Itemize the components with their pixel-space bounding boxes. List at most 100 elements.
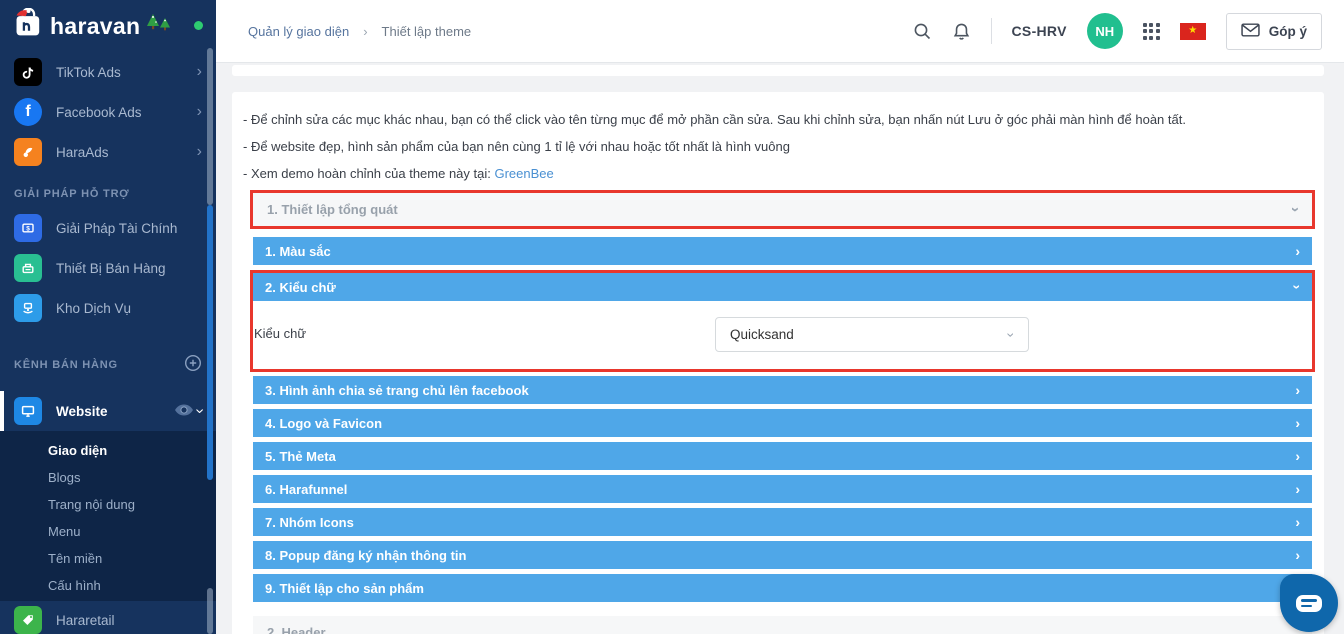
- submenu-item-giao-dien[interactable]: Giao diện: [0, 437, 216, 464]
- sidebar: haravan TikTok Ads › f Facebook Ads › Ha…: [0, 0, 216, 634]
- hararetail-tag-icon: [14, 606, 42, 634]
- accordion-item-logo-favicon[interactable]: 4. Logo và Favicon: [253, 409, 1312, 437]
- search-icon[interactable]: [913, 22, 932, 41]
- demo-text: - Xem demo hoàn chỉnh của theme này tại:: [243, 166, 495, 181]
- sidebar-item-finance[interactable]: $ Giải Pháp Tài Chính: [0, 208, 216, 248]
- feedback-button[interactable]: Góp ý: [1225, 12, 1322, 50]
- topbar: Quản lý giao diện Thiết lập theme CS-HRV…: [216, 0, 1344, 63]
- chevron-down-icon: [1004, 332, 1020, 337]
- accordion-item-label: 4. Logo và Favicon: [265, 415, 383, 431]
- accordion-item-label: 7. Nhóm Icons: [265, 514, 354, 530]
- sidebar-item-label: Kho Dịch Vụ: [56, 300, 132, 316]
- section-title: GIẢI PHÁP HỖ TRỢ: [14, 188, 130, 200]
- christmas-trees-icon: [144, 11, 172, 42]
- chevron-down-icon[interactable]: [190, 408, 208, 413]
- accordion-item-signup-popup[interactable]: 8. Popup đăng ký nhận thông tin: [253, 541, 1312, 569]
- accordion-group-label: 1. Thiết lập tổng quát: [267, 202, 398, 217]
- accordion-item-label: 9. Thiết lập cho sản phẩm: [265, 580, 424, 596]
- sidebar-item-label: Hararetail: [56, 612, 115, 628]
- font-family-select[interactable]: Quicksand: [715, 317, 1029, 352]
- sidebar-item-label: HaraAds: [56, 144, 109, 160]
- chevron-down-icon: [1287, 207, 1304, 212]
- accordion-item-colors[interactable]: 1. Màu sắc: [253, 237, 1312, 265]
- user-avatar[interactable]: NH: [1086, 13, 1123, 49]
- accordion-item-typography[interactable]: 2. Kiểu chữ: [253, 273, 1312, 301]
- accordion-item-label: 5. Thẻ Meta: [265, 448, 336, 464]
- sidebar-item-service-store[interactable]: Kho Dịch Vụ: [0, 288, 216, 328]
- sidebar-scrollbar[interactable]: [207, 48, 213, 205]
- accordion-item-product-settings[interactable]: 9. Thiết lập cho sản phẩm: [253, 574, 1312, 602]
- chevron-right-icon: [197, 104, 202, 120]
- sidebar-item-label: Giải Pháp Tài Chính: [56, 220, 178, 236]
- accordion-item-label: 1. Màu sắc: [265, 243, 331, 259]
- section-sales-channels: KÊNH BÁN HÀNG: [0, 328, 216, 383]
- instruction-line-1: - Để chỉnh sửa các mục khác nhau, bạn có…: [243, 112, 1186, 127]
- sidebar-scrollbar-thumb[interactable]: [207, 205, 213, 480]
- breadcrumb-separator-icon: [363, 24, 367, 39]
- font-field-label: Kiểu chữ: [254, 326, 307, 341]
- accordion-item-label: 8. Popup đăng ký nhận thông tin: [265, 547, 467, 563]
- accordion-item-icon-groups[interactable]: 7. Nhóm Icons: [253, 508, 1312, 536]
- chevron-right-icon: [1295, 243, 1300, 259]
- sidebar-item-tiktok-ads[interactable]: TikTok Ads: [0, 52, 216, 92]
- website-submenu: Giao diện Blogs Trang nội dung Menu Tên …: [0, 431, 216, 601]
- breadcrumb-theme-manager[interactable]: Quản lý giao diện: [248, 24, 349, 39]
- accordion-item-facebook-share-image[interactable]: 3. Hình ảnh chia sẻ trang chủ lên facebo…: [253, 376, 1312, 404]
- apps-grid-icon[interactable]: [1142, 22, 1160, 40]
- highlight-box-typography: 2. Kiểu chữ Kiểu chữ Quicksand: [250, 270, 1315, 372]
- chevron-right-icon: [1295, 415, 1300, 431]
- accordion-group-general[interactable]: 1. Thiết lập tổng quát: [253, 193, 1312, 226]
- main-content: - Để chỉnh sửa các mục khác nhau, bạn có…: [216, 63, 1344, 634]
- sidebar-scrollbar[interactable]: [207, 588, 213, 634]
- sidebar-item-website[interactable]: Website: [0, 391, 216, 431]
- online-status-dot: [194, 21, 203, 30]
- account-name[interactable]: CS-HRV: [1012, 23, 1067, 39]
- feedback-button-label: Góp ý: [1268, 23, 1307, 39]
- accordion-item-label: 2. Kiểu chữ: [265, 279, 336, 295]
- submenu-item-menu[interactable]: Menu: [0, 518, 216, 545]
- haravan-bag-icon: [12, 7, 46, 45]
- accordion-group-header[interactable]: 2. Header: [253, 616, 1312, 634]
- sidebar-item-facebook-ads[interactable]: f Facebook Ads: [0, 92, 216, 132]
- chat-widget-button[interactable]: [1280, 574, 1338, 632]
- submenu-item-ten-mien[interactable]: Tên miền: [0, 545, 216, 572]
- sidebar-item-label: TikTok Ads: [56, 64, 121, 80]
- highlight-box-general-settings: 1. Thiết lập tổng quát: [250, 190, 1315, 229]
- svg-text:$: $: [26, 226, 30, 233]
- vietnam-flag-icon[interactable]: [1179, 22, 1206, 40]
- chevron-right-icon: [1295, 547, 1300, 563]
- facebook-icon: f: [14, 98, 42, 126]
- chevron-down-icon: [1290, 285, 1306, 290]
- envelope-icon: [1241, 22, 1260, 40]
- finance-icon: $: [14, 214, 42, 242]
- services-icon: [14, 294, 42, 322]
- sidebar-item-haraads[interactable]: HaraAds: [0, 132, 216, 172]
- sidebar-item-hararetail[interactable]: Hararetail: [0, 601, 216, 634]
- chevron-right-icon: [1295, 448, 1300, 464]
- accordion-group-label: 2. Header: [267, 625, 326, 634]
- accordion: 1. Thiết lập tổng quát 1. Màu sắc 2. Kiể…: [250, 190, 1315, 634]
- section-title: KÊNH BÁN HÀNG: [14, 358, 118, 371]
- sidebar-item-label: Facebook Ads: [56, 104, 142, 120]
- submenu-item-blogs[interactable]: Blogs: [0, 464, 216, 491]
- accordion-item-label: 3. Hình ảnh chia sẻ trang chủ lên facebo…: [265, 382, 529, 398]
- accordion-item-label: 6. Harafunnel: [265, 481, 348, 497]
- add-channel-button[interactable]: [184, 354, 202, 375]
- chevron-right-icon: [197, 64, 202, 80]
- submenu-item-trang-noi-dung[interactable]: Trang nội dung: [0, 491, 216, 518]
- haravan-logo[interactable]: haravan: [0, 0, 216, 52]
- submenu-item-cau-hinh[interactable]: Cấu hình: [0, 572, 216, 599]
- notifications-bell-icon[interactable]: [952, 22, 971, 41]
- active-indicator: [0, 391, 4, 431]
- haraads-icon: [14, 138, 42, 166]
- chat-bubble-icon: [1296, 594, 1322, 612]
- chevron-right-icon: [197, 144, 202, 160]
- card-top-sliver: [232, 65, 1324, 76]
- greenbee-demo-link[interactable]: GreenBee: [494, 166, 553, 181]
- accordion-item-meta-tags[interactable]: 5. Thẻ Meta: [253, 442, 1312, 470]
- font-select-value: Quicksand: [730, 327, 794, 342]
- accordion-item-harafunnel[interactable]: 6. Harafunnel: [253, 475, 1312, 503]
- breadcrumb: Quản lý giao diện Thiết lập theme: [248, 24, 471, 39]
- sidebar-item-pos-devices[interactable]: Thiết Bị Bán Hàng: [0, 248, 216, 288]
- topbar-divider: [990, 18, 992, 44]
